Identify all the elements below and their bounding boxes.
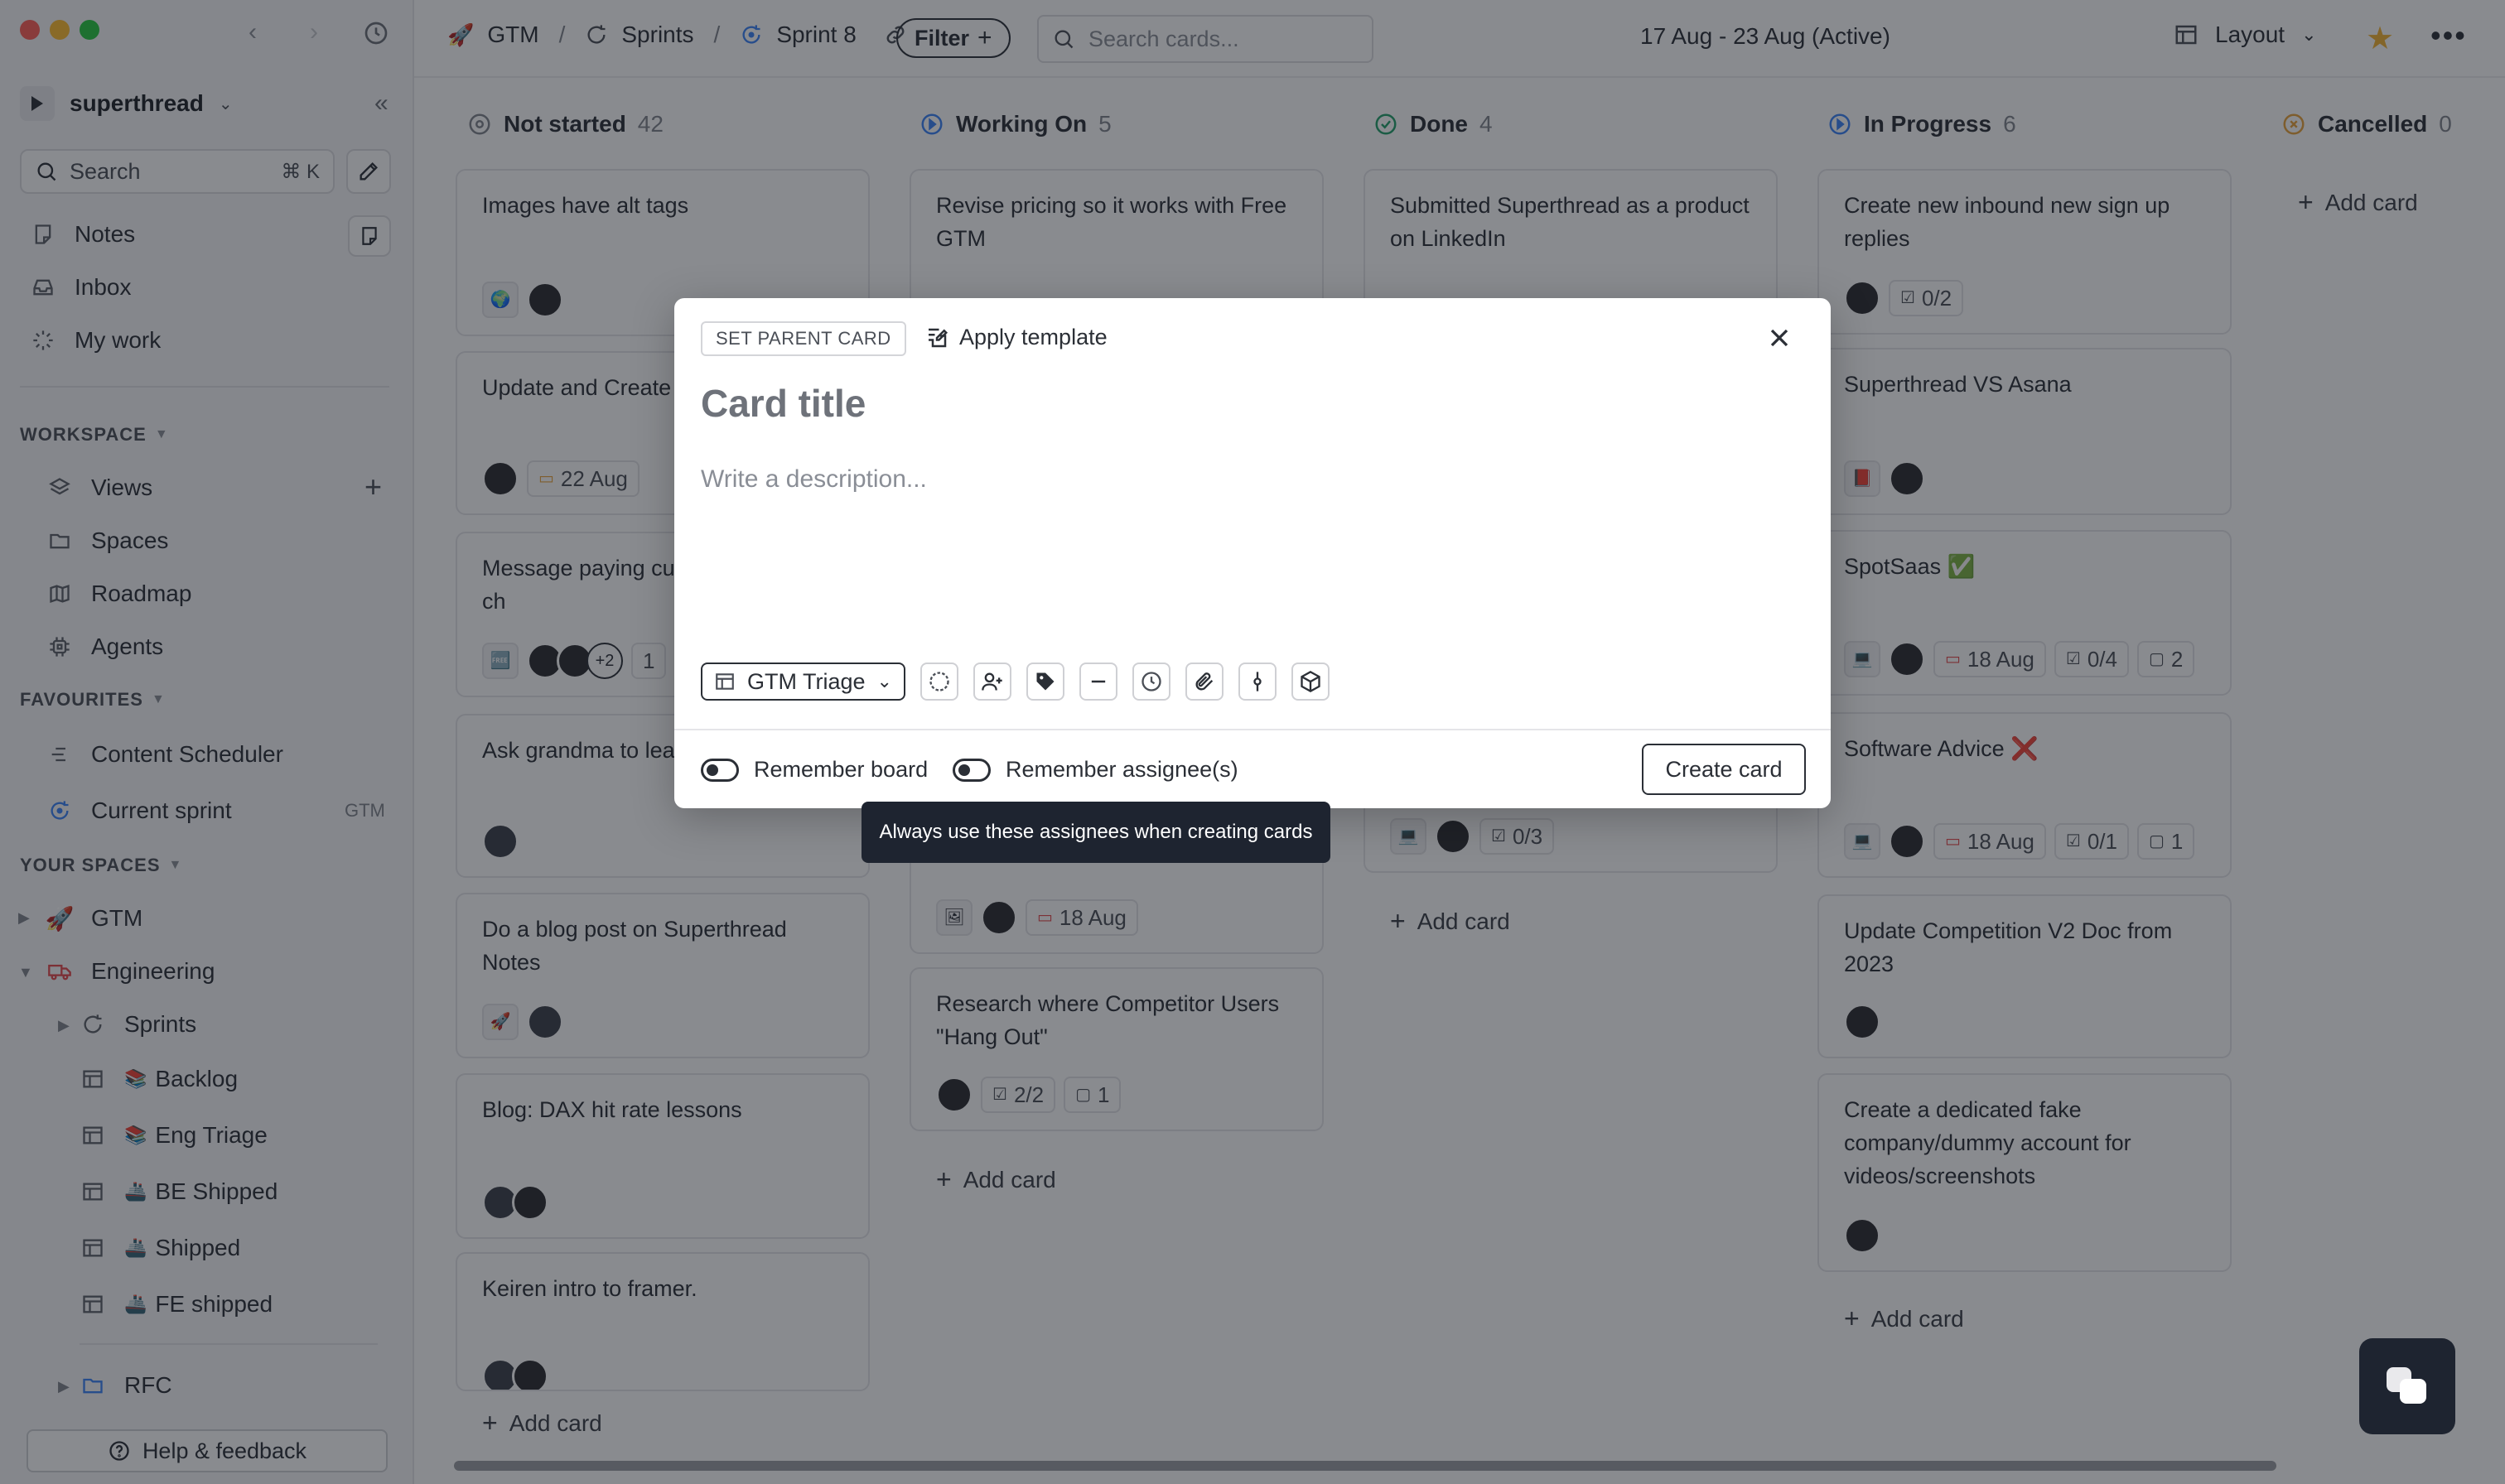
create-card-button[interactable]: Create card (1642, 744, 1806, 795)
close-icon (1770, 329, 1788, 347)
chat-icon (2387, 1367, 2426, 1404)
set-parent-label: SET PARENT CARD (716, 328, 891, 349)
toggle-switch[interactable] (953, 758, 991, 782)
chat-widget-button[interactable] (2359, 1338, 2455, 1434)
estimate-button[interactable] (1238, 662, 1277, 701)
create-card-modal: SET PARENT CARD Apply template Card titl… (674, 298, 1831, 808)
table-icon (716, 673, 734, 690)
create-card-label: Create card (1665, 756, 1783, 782)
cube-icon (1301, 670, 1320, 693)
clock-icon (1141, 672, 1161, 691)
close-modal-button[interactable] (1764, 323, 1794, 353)
attachment-button[interactable] (1185, 662, 1224, 701)
tag-icon (1036, 672, 1055, 691)
tag-button[interactable] (1026, 662, 1064, 701)
remember-board-toggle[interactable]: Remember board (701, 757, 928, 783)
remember-board-label: Remember board (754, 757, 929, 782)
template-icon (929, 328, 948, 347)
status-button[interactable] (919, 662, 958, 701)
apply-template-label: Apply template (959, 325, 1108, 349)
due-date-button[interactable] (1132, 662, 1170, 701)
apply-template-button[interactable]: Apply template (924, 325, 1108, 350)
minus-icon (1091, 680, 1106, 683)
board-select-value: GTM Triage (747, 668, 866, 694)
tooltip: Always use these assignees when creating… (862, 802, 1330, 863)
remember-assignees-label: Remember assignee(s) (1006, 757, 1238, 782)
set-parent-card-button[interactable]: SET PARENT CARD (701, 321, 906, 356)
remember-assignees-toggle[interactable]: Remember assignee(s) (953, 757, 1238, 783)
tooltip-text: Always use these assignees when creating… (879, 821, 1313, 843)
assignee-button[interactable] (973, 662, 1011, 701)
commit-icon (1253, 672, 1262, 691)
toggle-switch[interactable] (701, 758, 739, 782)
card-description-input[interactable]: Write a description... (701, 465, 1778, 598)
paperclip-icon (1195, 672, 1214, 691)
card-title-input[interactable]: Card title (701, 381, 1778, 426)
status-icon (929, 672, 949, 691)
add-user-icon (982, 672, 1002, 691)
card-properties-toolbar: GTM Triage ⌄ (701, 662, 1330, 701)
priority-button[interactable] (1079, 662, 1117, 701)
project-button[interactable] (1291, 662, 1330, 701)
modal-divider (674, 729, 1831, 730)
board-select[interactable]: GTM Triage ⌄ (701, 662, 905, 701)
chevron-down-icon: ⌄ (876, 671, 892, 691)
